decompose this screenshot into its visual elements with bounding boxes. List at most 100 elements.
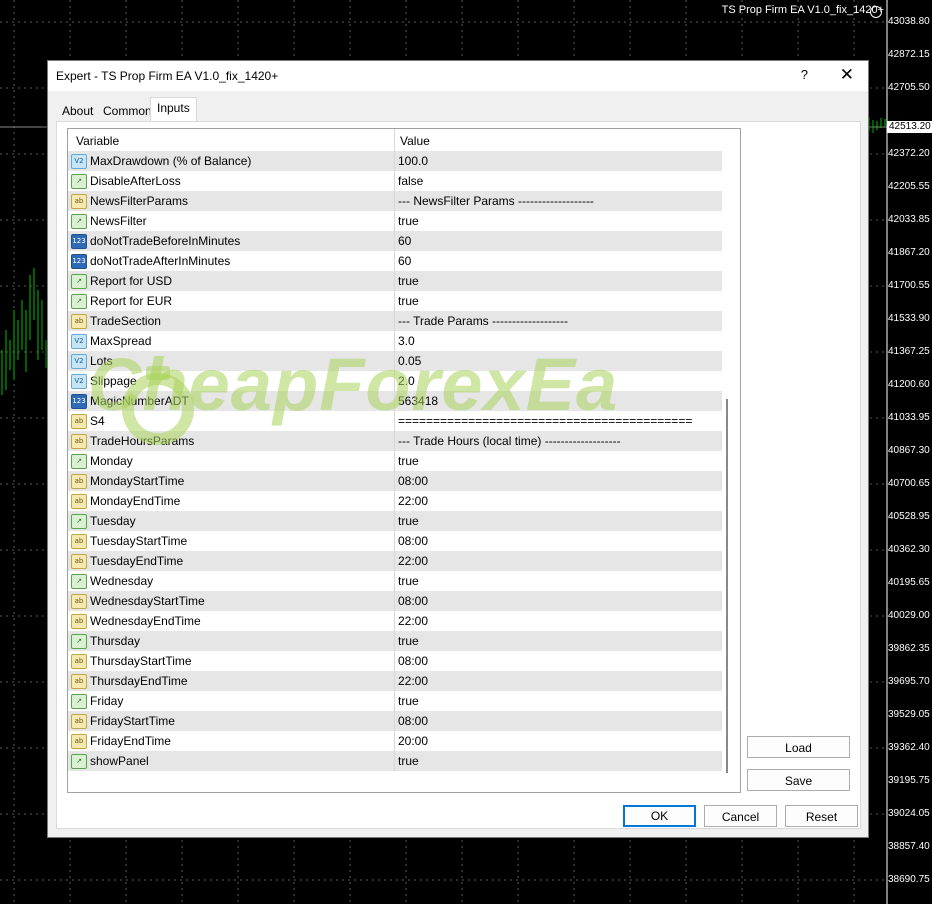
reset-button[interactable]: Reset bbox=[785, 805, 858, 827]
close-icon[interactable]: ✕ bbox=[840, 65, 854, 85]
string-type-icon: ab bbox=[71, 734, 87, 749]
string-type-icon: ab bbox=[71, 594, 87, 609]
input-variable-name: showPanel bbox=[90, 754, 149, 768]
price-tick-label: 40700.65 bbox=[888, 478, 930, 489]
tab-common[interactable]: Common bbox=[97, 101, 158, 121]
input-row[interactable]: ↗ showPanel true bbox=[68, 751, 722, 771]
input-row[interactable]: ↗ Monday true bbox=[68, 451, 722, 471]
input-row[interactable]: ab FridayEndTime 20:00 bbox=[68, 731, 722, 751]
input-value[interactable]: 563418 bbox=[398, 394, 438, 408]
input-value[interactable]: ========================================… bbox=[398, 414, 692, 428]
input-row[interactable]: ↗ Report for USD true bbox=[68, 271, 722, 291]
price-tick-label: 42033.85 bbox=[888, 214, 930, 225]
inputs-panel: Variable Value V2 MaxDrawdown (% of Balan… bbox=[56, 121, 861, 829]
grid-scrollbar[interactable] bbox=[726, 399, 728, 773]
input-row[interactable]: ab TradeSection --- Trade Params ---------… bbox=[68, 311, 722, 331]
input-value[interactable]: 0.05 bbox=[398, 354, 421, 368]
tab-inputs[interactable]: Inputs bbox=[150, 97, 197, 122]
input-value[interactable]: 2.0 bbox=[398, 374, 415, 388]
input-value[interactable]: true bbox=[398, 214, 419, 228]
input-value[interactable]: true bbox=[398, 274, 419, 288]
input-row[interactable]: V2 MaxSpread 3.0 bbox=[68, 331, 722, 351]
input-value[interactable]: true bbox=[398, 634, 419, 648]
input-value[interactable]: 08:00 bbox=[398, 534, 428, 548]
input-value[interactable]: true bbox=[398, 454, 419, 468]
input-row[interactable]: ab NewsFilterParams --- NewsFilter Params … bbox=[68, 191, 722, 211]
input-row[interactable]: ab TuesdayStartTime 08:00 bbox=[68, 531, 722, 551]
input-value[interactable]: true bbox=[398, 574, 419, 588]
input-row[interactable]: ↗ Tuesday true bbox=[68, 511, 722, 531]
input-variable-name: Lots bbox=[90, 354, 113, 368]
bool-type-icon: ↗ bbox=[71, 294, 87, 309]
input-value[interactable]: 08:00 bbox=[398, 594, 428, 608]
input-row[interactable]: ab ThursdayStartTime 08:00 bbox=[68, 651, 722, 671]
input-row[interactable]: 123 doNotTradeAfterInMinutes 60 bbox=[68, 251, 722, 271]
input-row[interactable]: ↗ Friday true bbox=[68, 691, 722, 711]
column-header-variable[interactable]: Variable bbox=[76, 134, 119, 148]
input-value[interactable]: 3.0 bbox=[398, 334, 415, 348]
tab-about[interactable]: About bbox=[56, 101, 99, 121]
input-variable-name: WednesdayStartTime bbox=[90, 594, 205, 608]
price-tick-label: 42205.55 bbox=[888, 181, 930, 192]
price-tick-label: 40528.95 bbox=[888, 511, 930, 522]
input-row[interactable]: ab WednesdayEndTime 22:00 bbox=[68, 611, 722, 631]
input-value[interactable]: 08:00 bbox=[398, 474, 428, 488]
input-value[interactable]: 60 bbox=[398, 254, 411, 268]
input-row[interactable]: ab FridayStartTime 08:00 bbox=[68, 711, 722, 731]
input-value[interactable]: 22:00 bbox=[398, 494, 428, 508]
help-button[interactable]: ? bbox=[801, 67, 808, 82]
input-row[interactable]: ↗ NewsFilter true bbox=[68, 211, 722, 231]
input-value[interactable]: 22:00 bbox=[398, 674, 428, 688]
string-type-icon: ab bbox=[71, 714, 87, 729]
input-row[interactable]: V2 Lots 0.05 bbox=[68, 351, 722, 371]
input-row[interactable]: ↗ Thursday true bbox=[68, 631, 722, 651]
input-variable-name: Wednesday bbox=[90, 574, 154, 588]
input-row[interactable]: ↗ Report for EUR true bbox=[68, 291, 722, 311]
bool-type-icon: ↗ bbox=[71, 514, 87, 529]
input-row[interactable]: 123 doNotTradeBeforeInMinutes 60 bbox=[68, 231, 722, 251]
input-value[interactable]: 60 bbox=[398, 234, 411, 248]
price-tick-label: 41200.60 bbox=[888, 379, 930, 390]
ok-button[interactable]: OK bbox=[623, 805, 696, 827]
input-row[interactable]: ↗ DisableAfterLoss false bbox=[68, 171, 722, 191]
input-value[interactable]: true bbox=[398, 754, 419, 768]
input-row[interactable]: ab WednesdayStartTime 08:00 bbox=[68, 591, 722, 611]
input-row[interactable]: ↗ Wednesday true bbox=[68, 571, 722, 591]
price-tick-label: 40362.30 bbox=[888, 544, 930, 555]
input-value[interactable]: true bbox=[398, 514, 419, 528]
load-button[interactable]: Load bbox=[747, 736, 850, 758]
input-value[interactable]: true bbox=[398, 694, 419, 708]
input-value[interactable]: 22:00 bbox=[398, 554, 428, 568]
input-value[interactable]: 100.0 bbox=[398, 154, 428, 168]
input-value[interactable]: true bbox=[398, 294, 419, 308]
input-row[interactable]: ab TuesdayEndTime 22:00 bbox=[68, 551, 722, 571]
int-type-icon: 123 bbox=[71, 254, 87, 269]
save-button[interactable]: Save bbox=[747, 769, 850, 791]
column-header-value[interactable]: Value bbox=[400, 134, 430, 148]
input-row[interactable]: ab MondayStartTime 08:00 bbox=[68, 471, 722, 491]
input-value[interactable]: 08:00 bbox=[398, 714, 428, 728]
double-type-icon: V2 bbox=[71, 354, 87, 369]
input-row[interactable]: ab S4 ====================================… bbox=[68, 411, 722, 431]
inputs-grid[interactable]: Variable Value V2 MaxDrawdown (% of Balan… bbox=[67, 128, 741, 793]
string-type-icon: ab bbox=[71, 534, 87, 549]
input-value[interactable]: --- Trade Params ------------------- bbox=[398, 314, 568, 328]
input-row[interactable]: 123 MagicNumberADT 563418 bbox=[68, 391, 722, 411]
input-value[interactable]: --- Trade Hours (local time) -----------… bbox=[398, 434, 621, 448]
input-value[interactable]: false bbox=[398, 174, 423, 188]
input-row[interactable]: V2 Slippage 2.0 bbox=[68, 371, 722, 391]
input-row[interactable]: ab MondayEndTime 22:00 bbox=[68, 491, 722, 511]
price-tick-label: 39362.40 bbox=[888, 742, 930, 753]
input-value[interactable]: 20:00 bbox=[398, 734, 428, 748]
price-tick-label: 40867.30 bbox=[888, 445, 930, 456]
cancel-button[interactable]: Cancel bbox=[704, 805, 777, 827]
input-value[interactable]: --- NewsFilter Params ------------------… bbox=[398, 194, 594, 208]
input-row[interactable]: ab ThursdayEndTime 22:00 bbox=[68, 671, 722, 691]
input-value[interactable]: 08:00 bbox=[398, 654, 428, 668]
input-value[interactable]: 22:00 bbox=[398, 614, 428, 628]
input-row[interactable]: ab TradeHoursParams --- Trade Hours (local… bbox=[68, 431, 722, 451]
input-variable-name: TuesdayStartTime bbox=[90, 534, 188, 548]
string-type-icon: ab bbox=[71, 554, 87, 569]
price-tick-label: 39862.35 bbox=[888, 643, 930, 654]
input-row[interactable]: V2 MaxDrawdown (% of Balance) 100.0 bbox=[68, 151, 722, 171]
